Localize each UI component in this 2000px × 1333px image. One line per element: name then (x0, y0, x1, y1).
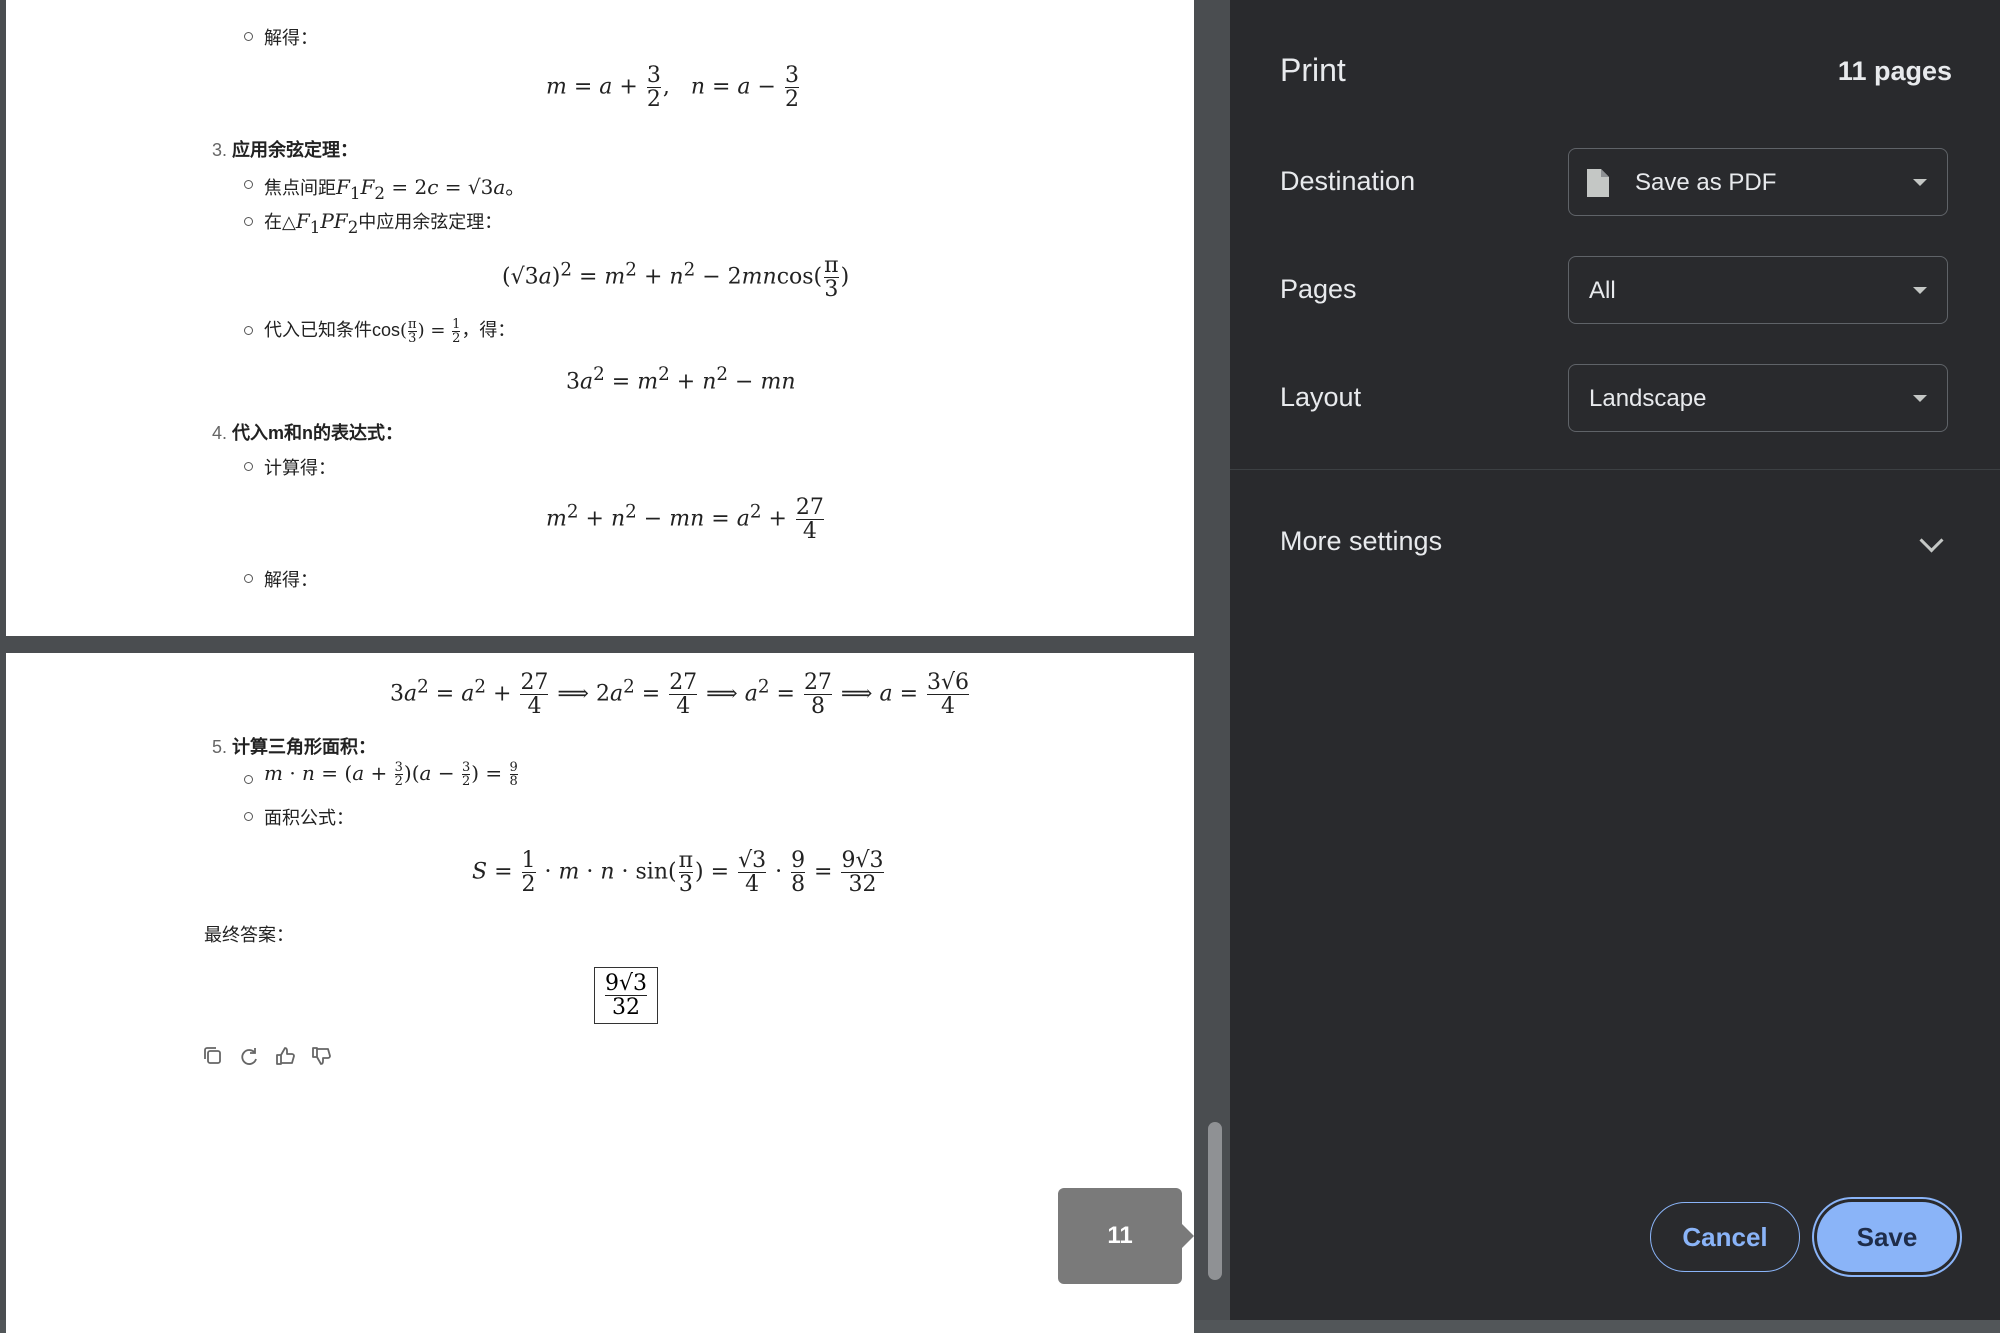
cancel-button[interactable]: Cancel (1650, 1202, 1800, 1272)
page-count: 11 pages (1837, 56, 1952, 86)
step-3-heading: 3. 应用余弦定理： (212, 140, 359, 160)
more-settings-toggle[interactable]: More settings (1280, 526, 1442, 557)
list-bullet (244, 462, 253, 471)
equation-3a2: 3a2 = m2 + n2 − mn (566, 364, 796, 395)
print-title: Print (1280, 52, 1346, 88)
scrollbar-thumb[interactable] (1208, 1122, 1222, 1280)
refresh-icon[interactable] (238, 1045, 260, 1067)
final-answer-label: 最终答案： (204, 925, 294, 945)
list-bullet (244, 326, 253, 335)
list-bullet (244, 217, 253, 226)
divider (1230, 469, 2000, 470)
focal-distance-line: 焦点间距F1F2 = 2c = √3a。 (264, 175, 526, 203)
chevron-down-icon (1913, 287, 1927, 294)
equation-mn-product: m · n = (a + 3 2)(a − 3 2) = 98 (264, 760, 518, 789)
solve-label: 解得： (264, 28, 318, 48)
solve-label: 解得： (264, 570, 318, 590)
list-bullet (244, 574, 253, 583)
copy-icon[interactable] (202, 1045, 224, 1067)
destination-label: Destination (1280, 166, 1416, 196)
destination-value: Save as PDF (1635, 169, 1777, 196)
preview-page-11: 3a2 = a2 + 27 4 ⟹ 2a2 = 27 4 ⟹ a2 = 27 8 ⟹ … (6, 653, 1194, 1333)
chevron-down-icon (1913, 179, 1927, 186)
thumbs-up-icon[interactable] (274, 1045, 296, 1067)
destination-select[interactable]: Save as PDF (1568, 148, 1948, 216)
list-bullet (244, 32, 253, 41)
step-4-heading: 4. 代入m和n的表达式： (212, 423, 404, 443)
equation-solve-a: 3a2 = a2 + 27 4 ⟹ 2a2 = 27 4 ⟹ a2 = 27 8 ⟹ … (390, 670, 970, 720)
pages-value: All (1589, 277, 1616, 304)
final-answer-box: 9√3 32 (594, 967, 659, 1025)
preview-page-10: 解得： m = a + 32, n = a − 32 3. 应用余弦定理： 焦点… (6, 0, 1194, 636)
print-preview: 解得： m = a + 32, n = a − 32 3. 应用余弦定理： 焦点… (0, 0, 1230, 1333)
triangle-line: 在△F1PF2中应用余弦定理： (264, 209, 503, 237)
compute-label: 计算得： (264, 458, 336, 478)
pages-label: Pages (1280, 274, 1357, 304)
print-settings-panel: Print 11 pages Destination Save as PDF P… (1230, 0, 2000, 1320)
layout-select[interactable]: Landscape (1568, 364, 1948, 432)
list-bullet (244, 812, 253, 821)
area-formula-label: 面积公式： (264, 808, 354, 828)
list-bullet (244, 180, 253, 189)
list-bullet (244, 775, 253, 784)
step-5-heading: 5. 计算三角形面积： (212, 737, 377, 757)
substitute-line: 代入已知条件cos(π 3) = 1 2 ，得： (264, 316, 516, 346)
equation-m-n: m = a + 32, n = a − 32 (546, 63, 799, 113)
file-icon (1587, 169, 1609, 197)
layout-value: Landscape (1589, 385, 1707, 412)
chevron-down-icon (1913, 395, 1927, 402)
chevron-down-icon[interactable] (1919, 528, 1944, 553)
save-button[interactable]: Save (1817, 1202, 1957, 1272)
page-number-badge: 11 (1058, 1188, 1194, 1284)
pages-select[interactable]: All (1568, 256, 1948, 324)
equation-area: S = 12 · m · n · sin(π 3) = √3 4 · 98 = 9√… (472, 848, 884, 898)
equation-sum: m2 + n2 − mn = a2 + 27 4 (546, 495, 824, 545)
thumbs-down-icon[interactable] (310, 1045, 332, 1067)
equation-cosine-law: (√3a)2 = m2 + n2 − 2mncos(π 3) (502, 253, 850, 303)
layout-label: Layout (1280, 382, 1362, 412)
